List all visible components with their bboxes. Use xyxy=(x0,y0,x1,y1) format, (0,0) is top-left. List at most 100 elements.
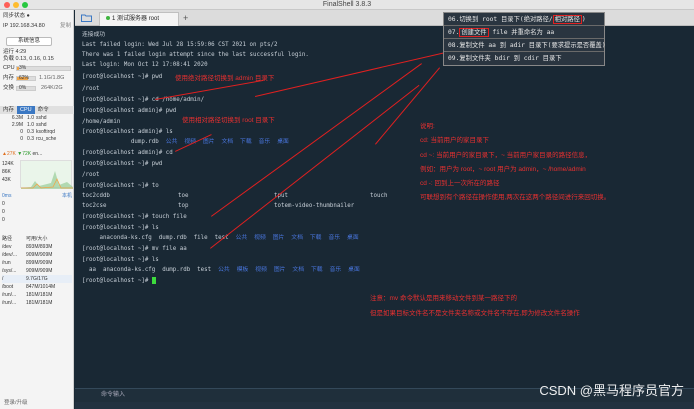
terminal-line: toc2cse xyxy=(82,203,107,209)
cpu-bar: 3% xyxy=(16,65,71,71)
copy-ip-button[interactable]: 复制 xyxy=(60,23,71,30)
login-upgrade-link[interactable]: 登录/升级 xyxy=(4,398,28,406)
annotation-rel-path: 使用相对路径切换到 root 目录下 xyxy=(182,117,275,124)
terminal-line: [root@localhost ~]# ls xyxy=(82,225,159,231)
terminal-line: [root@localhost admin]# pwd xyxy=(82,108,177,114)
notes-title: 说明: xyxy=(420,123,435,130)
latency-value: 0ms xyxy=(2,193,12,199)
task-callout: 06.切换到 root 目录下(绝对路径/相对路径) 07. 创建文件 file … xyxy=(443,12,606,66)
note-line: cd ~: 当前用户的家目录下，~ 当前用户家目录的路径信息， xyxy=(420,152,592,159)
process-tab-cpu[interactable]: CPU xyxy=(17,106,35,114)
disk-table-header: 路径 可用/大小 xyxy=(2,236,48,242)
completion-item: top xyxy=(178,203,189,209)
disk-row[interactable]: /boot 847M/1014M xyxy=(2,283,72,291)
terminal-line: [root@localhost ~]# to xyxy=(82,183,159,189)
folder-icon[interactable] xyxy=(81,14,92,22)
uptime: 运行 4:29 xyxy=(3,49,27,55)
system-info-button[interactable]: 系统信息 xyxy=(6,37,52,46)
load-average: 负载 0.13, 0.16, 0.15 xyxy=(3,56,54,62)
title-bar: FinalShell 3.8.3 xyxy=(0,0,694,10)
net-interface-select[interactable]: en... xyxy=(33,151,43,157)
process-row[interactable]: 0 0.3 rcu_sche xyxy=(2,136,72,143)
terminal-line: /root xyxy=(82,172,100,178)
terminal-line: [root@localhost ~]# touch file xyxy=(82,214,187,220)
process-tab-mem[interactable]: 内存 xyxy=(0,106,17,114)
note-line: cd -: 回到上一次所在的路径 xyxy=(420,180,500,187)
mem-value: 62% xyxy=(19,75,30,81)
terminal-line: [root@localhost ~]# ls xyxy=(82,257,159,263)
terminal[interactable]: 连接成功 Last failed login: Wed Jul 28 15:59… xyxy=(75,26,694,388)
dir-listing: 公共 模板 视频 图片 文档 下载 音乐 桌面 xyxy=(218,267,360,273)
disk-row[interactable]: /dev/... 909M/909M xyxy=(2,251,72,259)
process-tab-cmd[interactable]: 命令 xyxy=(35,106,52,114)
process-table: 6.3M 1.0 sshd 2.9M 1.0 sshd 0 0.3 ksoftirqd 00… xyxy=(2,115,72,143)
completion-item: toe xyxy=(178,193,189,199)
swap-bar: 0% xyxy=(16,85,36,91)
terminal-line: [root@localhost ~]# pwd xyxy=(82,161,163,167)
process-row[interactable]: 0 0.3 ksoftirqd xyxy=(2,129,72,136)
task-09: 09.复制文件夹 bdir 到 cdir 目录下 xyxy=(448,55,562,62)
disk-row[interactable]: /run 899M/909M xyxy=(2,259,72,267)
mv-note: 注意：mv 命令默认是用来移动文件到某一路径下的 xyxy=(370,295,517,302)
terminal-line: Last login: Mon Oct 12 17:08:41 2020 xyxy=(82,62,208,68)
terminal-line: Last failed login: Wed Jul 28 15:59:06 C… xyxy=(82,42,278,48)
mv-note: 但是如果目标文件名不是文件夹名称或文件名不存在,即为修改文件名操作 xyxy=(370,310,580,317)
latency-host[interactable]: 本机 xyxy=(62,192,72,200)
arrow-notes xyxy=(375,67,441,145)
terminal-line: 连接成功 xyxy=(82,32,106,38)
cpu-value: 3% xyxy=(19,65,27,71)
terminal-line: [root@localhost admin]# ls xyxy=(82,129,173,135)
swap-value: 0% xyxy=(19,85,27,91)
tab-label: 1 测试服务器 root xyxy=(112,16,160,22)
net-down: ▼72K xyxy=(17,151,32,157)
network-summary: ▲27K ▼72K en... xyxy=(2,151,42,157)
process-tabs: 内存 CPU 命令 xyxy=(0,106,74,114)
arrow-callout-08 xyxy=(210,84,420,249)
terminal-line: aa anaconda-ks.cfg dump.rdb test 公共 模板 视… xyxy=(82,267,360,273)
network-graph xyxy=(20,160,73,189)
terminal-prompt: [root@localhost ~]# xyxy=(82,277,156,285)
net-up: ▲27K xyxy=(2,151,16,157)
app-title: FinalShell 3.8.3 xyxy=(322,1,372,8)
annotation-abs-path: 使用绝对路径切换到 admin 目录下 xyxy=(175,75,275,82)
sync-status: 同步状态 ● xyxy=(3,13,30,19)
swap-label: 交换 xyxy=(3,85,15,91)
terminal-line: /home/admin xyxy=(82,119,121,125)
disk-table: /dev 893M/893M /dev/... 909M/909M /run 899M… xyxy=(2,243,72,307)
terminal-line: [root@localhost admin]# cd xyxy=(82,150,173,156)
note-line: 例如：用户为 root，~ root 用户为 admin，~ /home/adm… xyxy=(420,166,586,173)
cursor-block xyxy=(151,277,156,284)
mem-detail: 1.1G/1.8G xyxy=(39,75,65,81)
disk-row[interactable]: /9.7G/17G xyxy=(2,275,72,283)
disk-row[interactable]: /dev 893M/893M xyxy=(2,243,72,251)
dir-listing: 公共 视频 图片 文档 下载 音乐 桌面 xyxy=(235,235,359,241)
disk-row[interactable]: /run/... 181M/181M xyxy=(2,291,72,299)
process-row[interactable]: 6.3M 1.0 sshd xyxy=(2,115,72,122)
connected-dot-icon xyxy=(106,16,110,20)
swap-detail: 264K/2G xyxy=(41,85,63,91)
terminal-line: [root@localhost ~]# pwd xyxy=(82,74,163,80)
status-bar xyxy=(75,402,694,409)
process-row[interactable]: 2.9M 1.0 sshd xyxy=(2,122,72,129)
note-line: 可联想到有个路径在操作使用,两次在这两个路径间进行来回切换。 xyxy=(420,194,611,201)
completion-item: touch xyxy=(370,193,388,199)
net-scale: 124K 86K 43K xyxy=(2,161,14,183)
disk-row[interactable]: /sys/... 909M/909M xyxy=(2,267,72,275)
completion-item: totem-video-thumbnailer xyxy=(274,203,355,209)
cpu-label: CPU xyxy=(3,65,15,71)
terminal-line: toc2cddb xyxy=(82,193,110,199)
terminal-line: [root@localhost ~]# cd /home/admin/ xyxy=(82,97,205,103)
network-graph-svg xyxy=(21,171,73,189)
tab-test-server[interactable]: 1 测试服务器 root xyxy=(99,12,179,26)
disk-row[interactable]: /run/... 181M/181M xyxy=(2,299,72,307)
mem-label: 内存 xyxy=(3,75,15,81)
terminal-line: There was 1 failed login attempt since t… xyxy=(82,52,309,58)
task-07: 07. 创建文件 file 并重命名为 aa xyxy=(444,26,604,39)
terminal-line: /root xyxy=(82,86,100,92)
add-tab-button[interactable]: + xyxy=(183,12,188,24)
note-line: cd: 当前用户的家目录下 xyxy=(420,137,489,144)
latency-panel: 0ms 本机 0 0 0 xyxy=(2,192,72,223)
watermark: CSDN @黑马程序员官方 xyxy=(539,383,684,398)
ip-label: IP 192.168.34.80 xyxy=(3,23,45,29)
sidebar: 同步状态 ● IP 192.168.34.80 复制 系统信息 运行 4:29 … xyxy=(0,10,74,409)
